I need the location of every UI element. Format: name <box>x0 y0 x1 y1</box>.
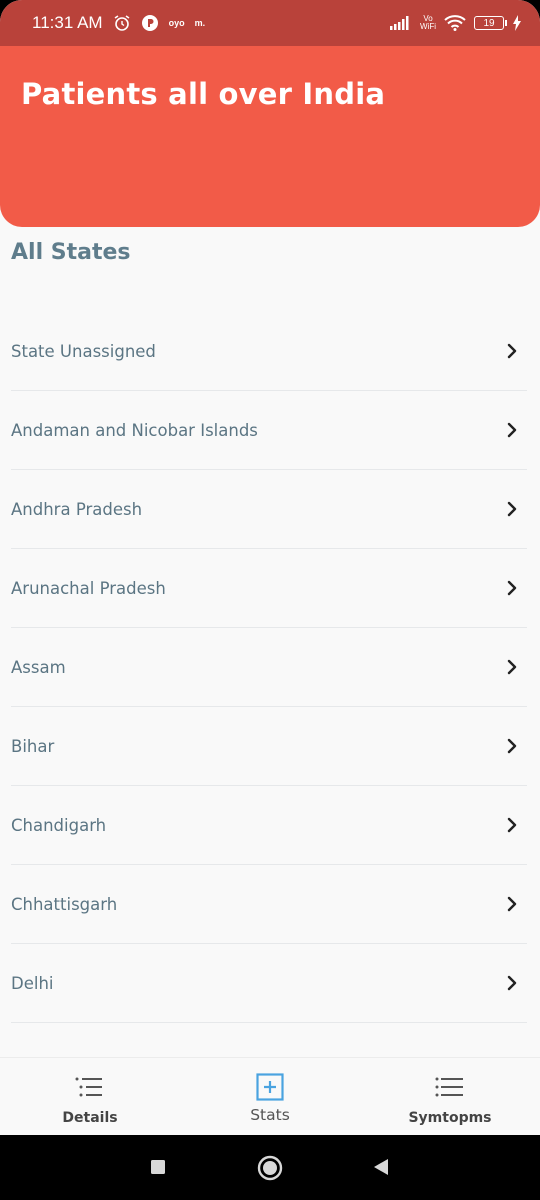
state-list: State Unassigned Andaman and Nicobar Isl… <box>11 312 527 1023</box>
state-label: Arunachal Pradesh <box>11 578 166 598</box>
nav-details[interactable]: Details <box>0 1058 180 1135</box>
charging-icon <box>512 15 522 31</box>
home-button[interactable] <box>257 1155 283 1185</box>
nav-stats-label: Stats <box>250 1106 290 1124</box>
chevron-right-icon <box>505 738 519 754</box>
page-title: Patients all over India <box>21 77 386 111</box>
state-label: Assam <box>11 657 66 677</box>
recents-button[interactable] <box>150 1159 166 1179</box>
app-notification-icon <box>141 14 159 32</box>
state-row[interactable]: Andhra Pradesh <box>11 470 527 549</box>
battery-level: 19 <box>483 17 495 29</box>
chevron-right-icon <box>505 659 519 675</box>
nav-symptoms-label: Symtopms <box>408 1110 492 1126</box>
signal-icon <box>390 16 412 30</box>
state-label: Andaman and Nicobar Islands <box>11 420 258 440</box>
back-button[interactable] <box>372 1158 390 1180</box>
state-label: Andhra Pradesh <box>11 499 143 519</box>
chevron-right-icon <box>505 580 519 596</box>
state-row[interactable]: Andaman and Nicobar Islands <box>11 391 527 470</box>
state-row[interactable]: Chhattisgarh <box>11 865 527 944</box>
state-row[interactable]: Bihar <box>11 707 527 786</box>
nav-symptoms[interactable]: Symtopms <box>360 1058 540 1135</box>
chevron-right-icon <box>505 501 519 517</box>
battery-indicator: 19 <box>474 16 507 30</box>
chevron-right-icon <box>505 975 519 991</box>
menu-list-icon <box>435 1074 465 1100</box>
vowifi-indicator: Vo WiFi <box>420 15 436 31</box>
status-time: 11:31 AM <box>32 13 103 32</box>
state-label: Chandigarh <box>11 815 107 835</box>
state-label: Delhi <box>11 973 54 993</box>
state-label: Bihar <box>11 736 55 756</box>
state-row[interactable]: State Unassigned <box>11 312 527 391</box>
nav-details-label: Details <box>62 1110 118 1126</box>
chevron-right-icon <box>505 422 519 438</box>
alarm-icon <box>113 14 131 32</box>
header-banner: Patients all over India <box>0 46 540 227</box>
state-row[interactable]: Arunachal Pradesh <box>11 549 527 628</box>
state-label: State Unassigned <box>11 341 156 361</box>
state-label: Chhattisgarh <box>11 894 118 914</box>
chevron-right-icon <box>505 343 519 359</box>
list-icon <box>75 1074 105 1100</box>
wifi-icon <box>444 15 466 31</box>
chevron-right-icon <box>505 817 519 833</box>
m-notification: m. <box>194 18 206 28</box>
state-row[interactable]: Assam <box>11 628 527 707</box>
nav-stats[interactable]: Stats <box>180 1058 360 1135</box>
medical-plus-icon <box>256 1073 284 1101</box>
bottom-navigation: Details Stats Symtopms <box>0 1057 540 1135</box>
app-screen: 11:31 AM oyo m. Vo WiFi 19 Patients all … <box>0 0 540 1135</box>
state-row[interactable]: Chandigarh <box>11 786 527 865</box>
status-bar: 11:31 AM oyo m. Vo WiFi 19 <box>0 0 540 46</box>
vowifi-bottom: WiFi <box>420 22 436 31</box>
state-row[interactable]: Delhi <box>11 944 527 1023</box>
chevron-right-icon <box>505 896 519 912</box>
section-title: All States <box>11 240 131 265</box>
oyo-notification: oyo <box>168 18 185 28</box>
